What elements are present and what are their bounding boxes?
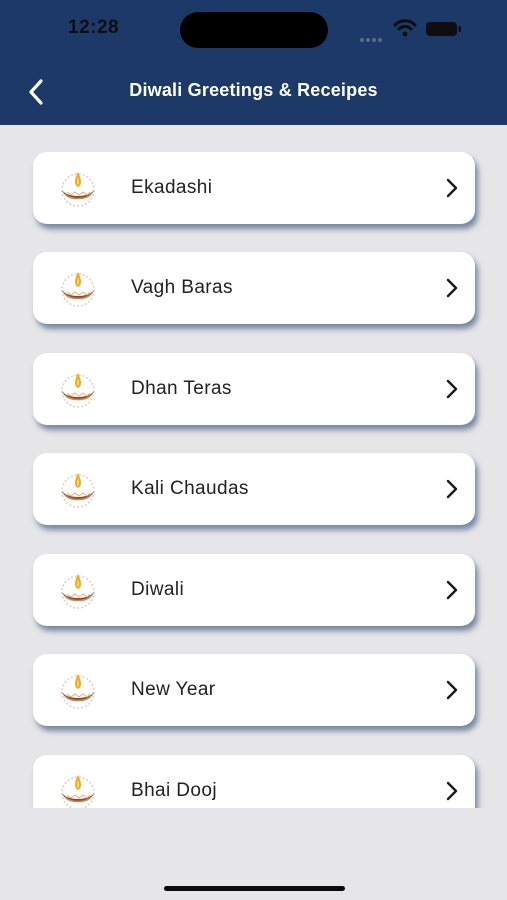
diya-icon — [61, 172, 95, 207]
list-item-label: Kali Chaudas — [131, 478, 249, 499]
home-indicator[interactable] — [164, 886, 345, 891]
chevron-right-icon — [446, 680, 458, 700]
wifi-icon — [393, 19, 417, 37]
cellular-signal-icon — [360, 29, 386, 42]
battery-icon — [426, 22, 461, 36]
diya-icon — [61, 775, 95, 808]
chevron-right-icon — [446, 178, 458, 198]
diya-icon — [61, 574, 95, 609]
festival-list[interactable]: Ekadashi Vagh Baras Dhan Teras Kali Chau… — [0, 125, 507, 808]
app-header: 12:28 Diwali Greetings & Receipes — [0, 0, 507, 125]
list-item-label: Vagh Baras — [131, 277, 233, 298]
dynamic-island — [180, 12, 328, 48]
list-item-vagh-baras[interactable]: Vagh Baras — [33, 252, 475, 324]
diya-icon — [61, 674, 95, 709]
diya-icon — [61, 373, 95, 408]
list-item-label: Diwali — [131, 579, 185, 600]
list-item-bhai-dooj[interactable]: Bhai Dooj — [33, 755, 475, 808]
list-item-new-year[interactable]: New Year — [33, 654, 475, 726]
diya-icon — [61, 473, 95, 508]
chevron-right-icon — [446, 479, 458, 499]
list-item-kali-chaudas[interactable]: Kali Chaudas — [33, 453, 475, 525]
list-item-diwali[interactable]: Diwali — [33, 554, 475, 626]
status-time: 12:28 — [68, 17, 120, 38]
chevron-right-icon — [446, 580, 458, 600]
list-item-label: Ekadashi — [131, 177, 213, 198]
chevron-right-icon — [446, 379, 458, 399]
page-title: Diwali Greetings & Receipes — [129, 80, 378, 100]
list-item-dhan-teras[interactable]: Dhan Teras — [33, 353, 475, 425]
list-item-label: New Year — [131, 679, 216, 700]
list-item-label: Dhan Teras — [131, 378, 232, 399]
chevron-right-icon — [446, 278, 458, 298]
diya-icon — [61, 272, 95, 307]
list-item-label: Bhai Dooj — [131, 780, 217, 801]
list-item-ekadashi[interactable]: Ekadashi — [33, 152, 475, 224]
chevron-right-icon — [446, 781, 458, 801]
